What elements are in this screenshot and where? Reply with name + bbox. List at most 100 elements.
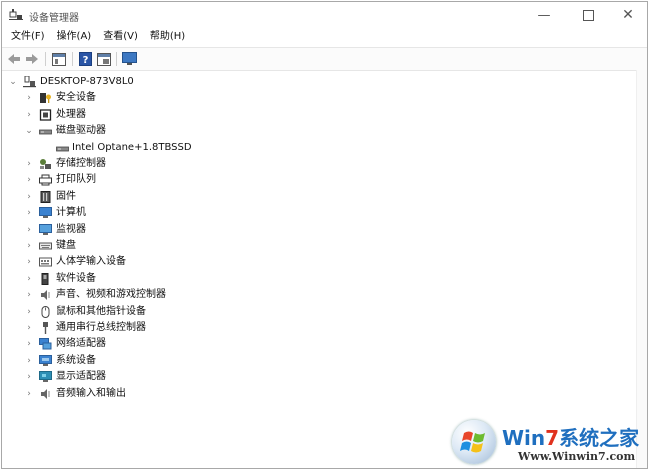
device-manager-app-icon xyxy=(9,9,23,20)
tree-item[interactable]: › 键盘 xyxy=(2,238,632,254)
menu-bar: 文件(F) 操作(A) 查看(V) 帮助(H) xyxy=(2,28,647,46)
toolbar-separator xyxy=(72,52,73,66)
tree-item-label: 鼠标和其他指针设备 xyxy=(56,305,146,317)
properties-button[interactable] xyxy=(51,51,67,67)
tree-item[interactable]: › 存储控制器 xyxy=(2,156,632,172)
menu-help[interactable]: 帮助(H) xyxy=(144,28,191,46)
menu-file[interactable]: 文件(F) xyxy=(2,28,51,46)
tree-item[interactable]: › 系统设备 xyxy=(2,353,632,369)
tree-item[interactable]: › 网络适配器 xyxy=(2,336,632,352)
vertical-scrollbar[interactable] xyxy=(636,70,647,468)
help-button[interactable]: ? xyxy=(77,51,93,67)
mouse-icon xyxy=(39,305,52,318)
tree-item[interactable]: › 人体学输入设备 xyxy=(2,254,632,270)
toolbar-separator xyxy=(116,52,117,66)
tree-item-label: 软件设备 xyxy=(56,272,96,284)
tree-item-label: 键盘 xyxy=(56,240,76,251)
security-device-icon xyxy=(39,92,52,104)
tree-item[interactable]: › 监视器 xyxy=(2,222,632,238)
tree-root[interactable]: ⌄ DESKTOP-873V8L0 xyxy=(2,74,632,90)
tree-item[interactable]: › 安全设备 xyxy=(2,90,632,106)
chevron-right-icon[interactable]: › xyxy=(24,287,34,303)
tree-item[interactable]: › 处理器 xyxy=(2,107,632,123)
title-bar: 设备管理器 — ✕ xyxy=(2,2,647,28)
minimize-button[interactable]: — xyxy=(524,2,564,28)
tree-item-label: Intel Optane+1.8TBSSD xyxy=(72,141,192,153)
tree-item-label: 监视器 xyxy=(56,223,86,235)
usb-icon xyxy=(39,322,52,334)
close-button[interactable]: ✕ xyxy=(608,2,647,28)
tree-item[interactable]: › 固件 xyxy=(2,189,632,205)
chevron-right-icon[interactable]: › xyxy=(24,189,34,205)
tree-item-label: 声音、视频和游戏控制器 xyxy=(56,289,166,301)
chevron-down-icon[interactable]: ⌄ xyxy=(8,74,18,90)
chevron-right-icon[interactable]: › xyxy=(24,254,34,270)
chevron-right-icon[interactable]: › xyxy=(24,172,34,188)
view-button[interactable] xyxy=(96,51,112,67)
disk-icon xyxy=(56,142,69,154)
chevron-right-icon[interactable]: › xyxy=(24,156,34,172)
display-adapter-icon xyxy=(39,371,52,383)
chevron-right-icon[interactable]: › xyxy=(24,369,34,385)
chevron-right-icon[interactable]: › xyxy=(24,238,34,254)
tree-item[interactable]: › 软件设备 xyxy=(2,271,632,287)
watermark-brand: Win7系统之家 xyxy=(502,426,640,450)
tree-item-label: DESKTOP-873V8L0 xyxy=(40,76,134,87)
forward-icon xyxy=(26,54,38,64)
tree-item-label: 安全设备 xyxy=(56,92,96,104)
chevron-right-icon[interactable]: › xyxy=(24,336,34,352)
watermark-url: Www.Winwin7.com xyxy=(518,450,636,463)
menu-view[interactable]: 查看(V) xyxy=(97,28,144,46)
tree-item[interactable]: › 通用串行总线控制器 xyxy=(2,320,632,336)
tree-item[interactable]: › 音频输入和输出 xyxy=(2,386,632,402)
tree-item-label: 显示适配器 xyxy=(56,371,106,383)
tree-item-label: 磁盘驱动器 xyxy=(56,125,106,137)
monitor-icon xyxy=(39,223,52,236)
tree-item-label: 处理器 xyxy=(56,108,86,120)
chevron-right-icon[interactable]: › xyxy=(24,107,34,123)
tree-item-label: 固件 xyxy=(56,190,76,202)
device-tree: ⌄ DESKTOP-873V8L0 › 安全设备 › 处理器 ⌄ 磁盘驱动器 Intel Opt… xyxy=(2,72,636,468)
chevron-down-icon[interactable]: ⌄ xyxy=(24,123,34,139)
tree-item-label: 计算机 xyxy=(56,207,86,219)
chevron-right-icon[interactable]: › xyxy=(24,271,34,287)
tree-item-label: 通用串行总线控制器 xyxy=(56,322,146,333)
help-icon: ? xyxy=(78,52,92,66)
back-icon xyxy=(8,54,20,64)
toolbar-separator xyxy=(45,52,46,66)
chevron-right-icon[interactable]: › xyxy=(24,304,34,320)
keyboard-icon xyxy=(39,240,52,252)
back-button[interactable] xyxy=(6,51,22,67)
disk-drive-icon xyxy=(39,125,52,137)
maximize-button[interactable] xyxy=(568,2,608,28)
window-title: 设备管理器 xyxy=(29,13,79,24)
tree-item[interactable]: › 显示适配器 xyxy=(2,369,632,385)
close-icon: ✕ xyxy=(622,7,634,23)
menu-action[interactable]: 操作(A) xyxy=(51,28,98,46)
tree-item[interactable]: › 鼠标和其他指针设备 xyxy=(2,304,632,320)
forward-button[interactable] xyxy=(24,51,40,67)
chevron-right-icon[interactable]: › xyxy=(24,353,34,369)
tree-item[interactable]: › 打印队列 xyxy=(2,172,632,188)
tree-item-label: 网络适配器 xyxy=(56,338,106,350)
tree-item[interactable]: ⌄ 磁盘驱动器 xyxy=(2,123,632,139)
windows-logo xyxy=(452,420,496,464)
scan-hardware-button[interactable] xyxy=(121,51,137,67)
view-icon xyxy=(97,52,111,66)
watermark: Win7系统之家 Www.Winwin7.com xyxy=(450,418,649,470)
device-manager-window: 设备管理器 — ✕ 文件(F) 操作(A) 查看(V) 帮助(H) ? ⌄ DE… xyxy=(1,1,648,469)
tree-item-label: 存储控制器 xyxy=(56,158,106,169)
properties-icon xyxy=(52,52,66,66)
tree-item[interactable]: › 声音、视频和游戏控制器 xyxy=(2,287,632,303)
chevron-right-icon[interactable]: › xyxy=(24,205,34,221)
monitor-icon xyxy=(121,52,137,65)
computer-root-icon xyxy=(23,75,36,88)
chevron-right-icon[interactable]: › xyxy=(24,386,34,402)
chevron-right-icon[interactable]: › xyxy=(24,320,34,336)
tree-item-child[interactable]: Intel Optane+1.8TBSSD xyxy=(2,140,632,156)
chevron-right-icon[interactable]: › xyxy=(24,222,34,238)
tree-item-label: 音频输入和输出 xyxy=(56,387,126,399)
computer-icon xyxy=(39,207,52,219)
chevron-right-icon[interactable]: › xyxy=(24,90,34,106)
tree-item[interactable]: › 计算机 xyxy=(2,205,632,221)
